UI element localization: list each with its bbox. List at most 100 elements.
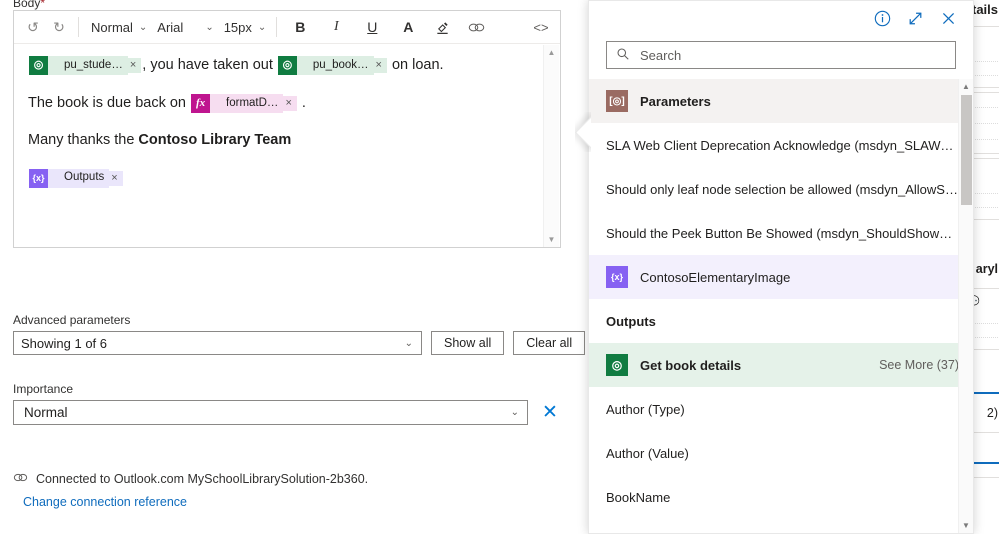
expression-token-chip[interactable]: fx formatD… × <box>191 93 297 113</box>
link-icon <box>468 23 485 31</box>
dynamic-token-chip[interactable]: ◎ pu_stude… × <box>29 56 142 76</box>
list-item[interactable]: Author (Type) <box>589 387 973 431</box>
flyout-header <box>589 1 973 35</box>
list-item[interactable]: BookName <box>589 475 973 519</box>
editor-text: Many thanks the <box>28 132 139 149</box>
editor-scrollbar[interactable]: ▲ ▼ <box>543 45 559 247</box>
underline-button[interactable]: U <box>359 14 385 40</box>
toolbar-divider <box>78 17 79 37</box>
dynamic-token-chip[interactable]: ◎ pu_book… × <box>277 56 387 76</box>
clear-importance-icon[interactable]: ✕ <box>538 403 562 422</box>
bold-button[interactable]: B <box>287 14 313 40</box>
list-item[interactable]: Author (Value) <box>589 431 973 475</box>
chip-remove-icon[interactable]: × <box>373 58 387 74</box>
editor-text: , you have taken out <box>142 57 277 73</box>
list-item[interactable]: Should the Peek Button Be Showed (msdyn_… <box>589 211 973 255</box>
outputs-token-chip[interactable]: {x} Outputs × <box>29 168 123 188</box>
flyout-callout-pointer <box>575 112 591 152</box>
list-item-contoso-elementary-image[interactable]: {x} ContosoElementaryImage <box>589 255 973 299</box>
paragraph-style-dropdown[interactable]: Normal ⌄ <box>85 14 151 40</box>
editor-text: The book is due back on <box>28 94 191 111</box>
required-marker: * <box>40 0 46 10</box>
importance-value: Normal <box>24 405 68 420</box>
scroll-down-icon[interactable]: ▼ <box>962 518 970 533</box>
editor-text-bold: Contoso Library Team <box>138 132 292 149</box>
chip-label: pu_stude… <box>48 56 128 76</box>
list-item-get-book-details[interactable]: ◎ Get book details See More (37) <box>589 343 973 387</box>
search-box[interactable]: Search <box>606 41 956 69</box>
scroll-down-icon[interactable]: ▼ <box>548 232 556 247</box>
importance-label: Importance <box>13 382 74 396</box>
font-size-dropdown[interactable]: 15px ⌄ <box>218 14 271 40</box>
chip-label: Outputs <box>48 168 110 188</box>
chevron-down-icon: ⌄ <box>510 407 519 418</box>
editor-paragraph-3: Many thanks the Contoso Library Team <box>28 131 540 151</box>
editor-content-area[interactable]: ◎ pu_stude… × , you have taken out ◎ pu_… <box>14 44 560 247</box>
font-family-value: Arial <box>157 19 184 35</box>
chip-remove-icon[interactable]: × <box>283 95 297 111</box>
list-group-outputs[interactable]: Outputs <box>589 299 973 343</box>
rich-text-editor[interactable]: ↺ ↻ Normal ⌄ Arial ⌄ 15px ⌄ B I U A <> ◎… <box>13 10 561 248</box>
show-all-button[interactable]: Show all <box>431 331 505 355</box>
list-item-label: Author (Value) <box>606 445 689 461</box>
chip-remove-icon[interactable]: × <box>127 58 142 74</box>
paragraph-style-value: Normal <box>91 19 133 35</box>
dynamic-content-list[interactable]: [◎] Parameters SLA Web Client Deprecatio… <box>589 79 973 533</box>
insert-link-button[interactable] <box>463 14 489 40</box>
flyout-scrollbar[interactable]: ▲ ▼ <box>958 79 973 533</box>
list-item-label: ContosoElementaryImage <box>640 269 791 285</box>
dataverse-icon: ◎ <box>606 354 628 376</box>
diagonal-arrows-icon <box>909 12 922 24</box>
list-item-label: Get book details <box>640 357 742 373</box>
list-item[interactable]: Should only leaf node selection be allow… <box>589 167 973 211</box>
parameters-icon: [◎] <box>606 90 628 112</box>
list-item[interactable]: SLA Web Client Deprecation Acknowledge (… <box>589 123 973 167</box>
list-item-parameters[interactable]: [◎] Parameters <box>589 79 973 123</box>
chip-remove-icon[interactable]: × <box>109 170 123 186</box>
close-icon[interactable] <box>940 10 957 27</box>
scroll-up-icon[interactable]: ▲ <box>962 79 970 94</box>
close-x-icon <box>942 12 955 24</box>
chevron-down-icon: ⌄ <box>138 21 148 33</box>
chip-label: formatD… <box>210 93 284 113</box>
info-icon[interactable] <box>874 10 891 27</box>
clear-all-button[interactable]: Clear all <box>513 331 586 355</box>
highlight-color-button[interactable] <box>429 14 455 40</box>
italic-button[interactable]: I <box>323 14 349 40</box>
chevron-down-icon: ⌄ <box>257 21 267 33</box>
change-connection-reference-link[interactable]: Change connection reference <box>23 495 187 509</box>
font-family-dropdown[interactable]: Arial ⌄ <box>151 14 217 40</box>
background-partial-text: 2) <box>986 406 998 420</box>
background-pane-title: tails <box>971 2 998 17</box>
chevron-down-icon: ⌄ <box>404 337 413 349</box>
scroll-up-icon[interactable]: ▲ <box>548 45 556 60</box>
dynamic-content-flyout: Search [◎] Parameters SLA Web Client Dep… <box>588 0 974 534</box>
expand-icon[interactable] <box>907 10 924 27</box>
undo-icon[interactable]: ↺ <box>20 14 46 40</box>
font-color-button[interactable]: A <box>395 14 421 40</box>
chevron-down-icon: ⌄ <box>205 21 214 33</box>
list-group-label: Outputs <box>606 313 656 329</box>
flyout-search-wrap: Search <box>589 35 973 79</box>
connection-link-icon <box>13 471 28 487</box>
function-icon: fx <box>191 93 211 113</box>
search-icon <box>616 47 630 64</box>
chip-label: pu_book… <box>296 56 374 76</box>
list-item-label: Should only leaf node selection be allow… <box>606 181 959 197</box>
list-item-label: SLA Web Client Deprecation Acknowledge (… <box>606 137 959 153</box>
magnifier-icon <box>617 47 629 60</box>
scrollbar-thumb[interactable] <box>961 95 972 205</box>
see-more-link[interactable]: See More (37) <box>871 358 959 372</box>
highlight-icon <box>437 21 448 34</box>
advanced-parameters-dropdown[interactable]: Showing 1 of 6 ⌄ <box>13 331 422 355</box>
code-view-button[interactable]: <> <box>528 14 554 40</box>
app-root: tails ⚭ ⚭ aryl 💬 2) ⚭ <box>0 0 999 534</box>
importance-dropdown[interactable]: Normal ⌄ <box>13 400 528 425</box>
list-item-label: BookName <box>606 489 671 505</box>
redo-icon[interactable]: ↻ <box>46 14 72 40</box>
connection-status: Connected to Outlook.com MySchoolLibrary… <box>13 471 368 487</box>
info-circle-icon <box>874 10 891 26</box>
chain-link-icon <box>13 473 28 482</box>
editor-toolbar: ↺ ↻ Normal ⌄ Arial ⌄ 15px ⌄ B I U A <> <box>14 11 560 44</box>
editor-text: on loan. <box>387 57 444 73</box>
